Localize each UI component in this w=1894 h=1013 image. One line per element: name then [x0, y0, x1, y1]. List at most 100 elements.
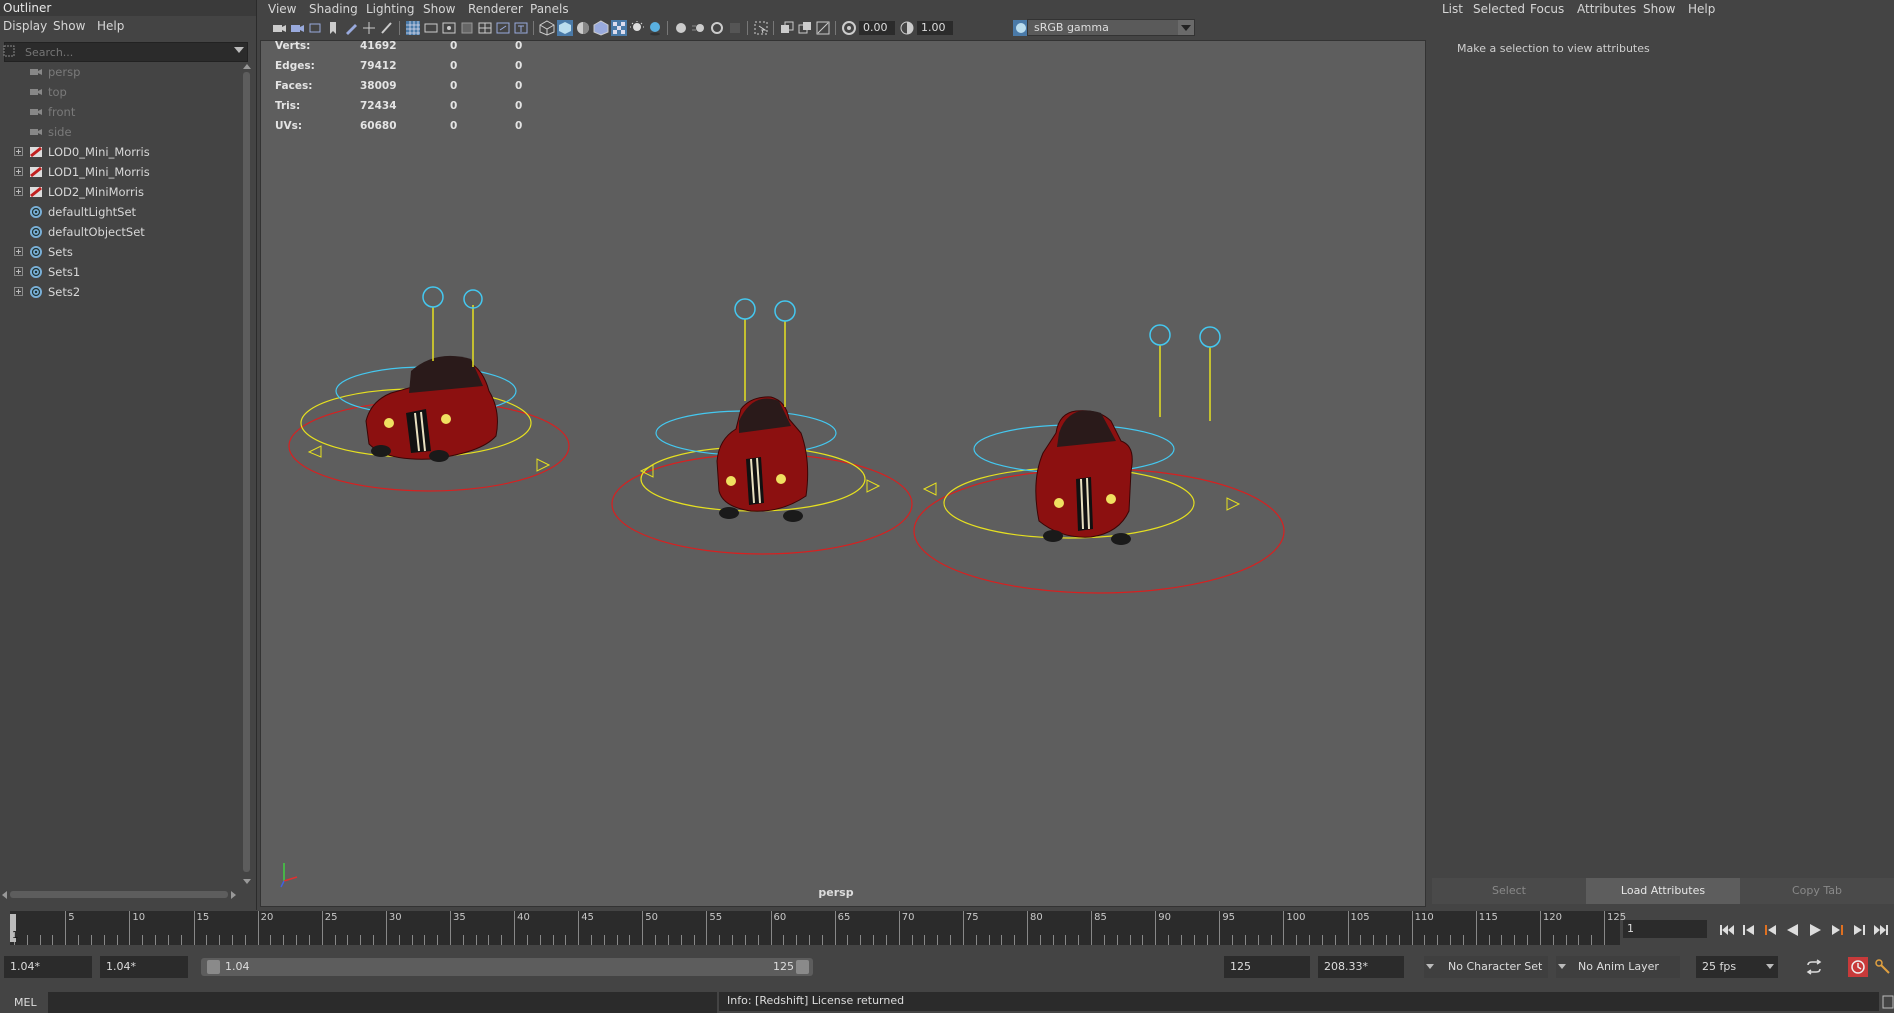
- car-lod1[interactable]: [611, 298, 913, 555]
- car-lod2[interactable]: [913, 324, 1285, 594]
- bookmark-camera-icon[interactable]: [307, 20, 323, 36]
- attr-menu-selected[interactable]: Selected: [1473, 2, 1525, 16]
- viewport-menu-panels[interactable]: Panels: [530, 2, 569, 16]
- loop-icon[interactable]: [1804, 958, 1824, 976]
- xray-active-components-icon[interactable]: [797, 20, 813, 36]
- search-options-dropdown-icon[interactable]: [234, 47, 244, 53]
- scroll-left-icon[interactable]: [0, 890, 8, 900]
- car-lod0[interactable]: [288, 286, 570, 492]
- viewport-menu-lighting[interactable]: Lighting: [366, 2, 415, 16]
- load-attributes-button[interactable]: Load Attributes: [1586, 878, 1740, 904]
- smooth-shade-icon[interactable]: [557, 20, 573, 36]
- outliner-item[interactable]: LOD2_MiniMorris: [0, 182, 240, 202]
- time-ruler[interactable]: 5 10 15 20 25 30 35 40 45 50 55 60 65 70 75 80 85 90 95 100…: [10, 911, 1626, 945]
- view-transform-dropdown[interactable]: sRGB gamma: [1027, 19, 1195, 36]
- safe-action-icon[interactable]: [495, 20, 511, 36]
- range-start-handle[interactable]: [207, 960, 220, 974]
- animation-end-field[interactable]: 208.33*: [1318, 956, 1404, 978]
- go-to-end-icon[interactable]: [1872, 922, 1890, 938]
- outliner-item[interactable]: persp: [0, 62, 240, 82]
- outliner-item[interactable]: Sets1: [0, 262, 240, 282]
- xray-joints-icon[interactable]: [815, 20, 831, 36]
- character-set-dropdown[interactable]: No Character Set: [1424, 956, 1548, 978]
- grease-pencil-tool-icon[interactable]: [379, 20, 395, 36]
- animation-start-field[interactable]: 1.04*: [4, 956, 92, 978]
- mel-language-toggle[interactable]: MEL: [14, 996, 37, 1009]
- script-editor-icon[interactable]: [1882, 995, 1894, 1009]
- scroll-right-icon[interactable]: [230, 890, 238, 900]
- outliner-item[interactable]: front: [0, 102, 240, 122]
- fps-dropdown[interactable]: 25 fps: [1696, 956, 1778, 978]
- car-lod2-control-left[interactable]: [1149, 324, 1171, 346]
- motion-blur-icon[interactable]: [691, 20, 707, 36]
- outliner-item[interactable]: Sets: [0, 242, 240, 262]
- outliner-item[interactable]: top: [0, 82, 240, 102]
- auto-key-icon[interactable]: [1848, 957, 1868, 977]
- depth-of-field-icon[interactable]: [727, 20, 743, 36]
- viewport-menu-shading[interactable]: Shading: [309, 2, 358, 16]
- range-end-handle[interactable]: [796, 960, 809, 974]
- outliner-item[interactable]: defaultLightSet: [0, 202, 240, 222]
- car-lod1-control-left[interactable]: [734, 298, 756, 320]
- outliner-item[interactable]: LOD1_Mini_Morris: [0, 162, 240, 182]
- expand-icon[interactable]: [14, 147, 23, 156]
- gamma-icon[interactable]: [899, 20, 915, 36]
- grid-toggle-icon[interactable]: [405, 20, 421, 36]
- viewport-menu-renderer[interactable]: Renderer: [468, 2, 523, 16]
- safe-title-icon[interactable]: [513, 20, 529, 36]
- expand-icon[interactable]: [14, 247, 23, 256]
- play-backwards-icon[interactable]: [1784, 922, 1802, 938]
- grease-pencil-icon[interactable]: [343, 20, 359, 36]
- search-input[interactable]: [23, 44, 227, 60]
- current-frame-field[interactable]: 1: [1623, 920, 1707, 938]
- filter-icon[interactable]: [2, 43, 16, 59]
- default-material-icon[interactable]: [575, 20, 591, 36]
- car-lod2-control-right[interactable]: [1199, 326, 1221, 348]
- select-camera-icon[interactable]: [271, 20, 287, 36]
- play-forwards-icon[interactable]: [1806, 922, 1824, 938]
- viewport-menu-show[interactable]: Show: [423, 2, 455, 16]
- outliner-item[interactable]: defaultObjectSet: [0, 222, 240, 242]
- go-to-start-icon[interactable]: [1718, 922, 1736, 938]
- exposure-field[interactable]: 0.00: [859, 21, 895, 35]
- wireframe-icon[interactable]: [539, 20, 555, 36]
- shadows-icon[interactable]: [647, 20, 663, 36]
- anim-layer-dropdown[interactable]: No Anim Layer: [1556, 956, 1680, 978]
- outliner-item[interactable]: side: [0, 122, 240, 142]
- attr-menu-list[interactable]: List: [1442, 2, 1463, 16]
- select-button[interactable]: Select: [1432, 878, 1586, 904]
- camera-attributes-icon[interactable]: [289, 20, 305, 36]
- expand-icon[interactable]: [14, 187, 23, 196]
- playback-end-field[interactable]: 125: [1224, 956, 1310, 978]
- outliner-menu-help[interactable]: Help: [97, 19, 124, 33]
- anti-aliasing-icon[interactable]: [709, 20, 725, 36]
- outliner-item[interactable]: Sets2: [0, 282, 240, 302]
- expand-icon[interactable]: [14, 287, 23, 296]
- car-lod1-control-right[interactable]: [774, 300, 796, 322]
- resolution-gate-icon[interactable]: [441, 20, 457, 36]
- expand-icon[interactable]: [14, 267, 23, 276]
- textured-icon[interactable]: [611, 20, 627, 36]
- copy-tab-button[interactable]: Copy Tab: [1740, 878, 1894, 904]
- mel-command-input[interactable]: [48, 992, 717, 1013]
- outliner-item[interactable]: LOD0_Mini_Morris: [0, 142, 240, 162]
- film-gate-icon[interactable]: [423, 20, 439, 36]
- outliner-vertical-scrollbar[interactable]: [240, 62, 252, 890]
- field-chart-icon[interactable]: [477, 20, 493, 36]
- viewport-canvas[interactable]: [260, 40, 1426, 907]
- scroll-up-icon[interactable]: [242, 62, 252, 70]
- step-back-frame-icon[interactable]: [1740, 922, 1758, 938]
- expand-icon[interactable]: [14, 167, 23, 176]
- attr-menu-help[interactable]: Help: [1688, 2, 1715, 16]
- screen-space-ao-icon[interactable]: [673, 20, 689, 36]
- step-forward-frame-icon[interactable]: [1850, 922, 1868, 938]
- attr-menu-show[interactable]: Show: [1643, 2, 1675, 16]
- lighting-icon[interactable]: [629, 20, 645, 36]
- shaded-wireframe-icon[interactable]: [593, 20, 609, 36]
- viewport-menu-view[interactable]: View: [268, 2, 296, 16]
- image-plane-icon[interactable]: [325, 20, 341, 36]
- 2d-pan-zoom-icon[interactable]: [361, 20, 377, 36]
- isolate-select-icon[interactable]: [753, 20, 769, 36]
- playback-start-field[interactable]: 1.04*: [100, 956, 188, 978]
- outliner-menu-show[interactable]: Show: [53, 19, 85, 33]
